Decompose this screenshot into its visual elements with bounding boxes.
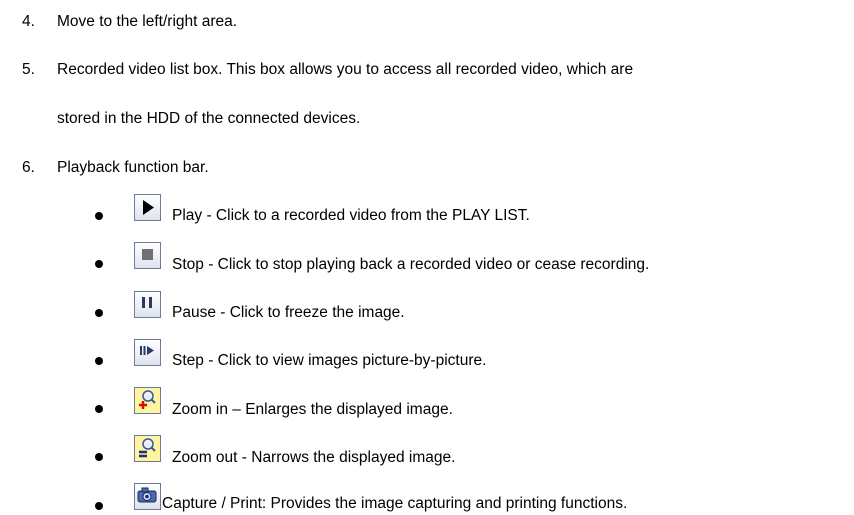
step-icon bbox=[134, 339, 161, 366]
bullet-dot bbox=[95, 309, 103, 317]
zoom-out-icon bbox=[134, 435, 161, 462]
bullet-dot bbox=[95, 453, 103, 461]
item-6-text: Playback function bar. bbox=[57, 159, 209, 176]
item-6-number: 6. bbox=[22, 159, 35, 176]
bullet-dot bbox=[95, 212, 103, 220]
stop-icon bbox=[134, 242, 161, 269]
play-icon bbox=[134, 194, 161, 221]
bullet-dot bbox=[95, 405, 103, 413]
bullet-dot bbox=[95, 357, 103, 365]
bullet-stop-text: Stop - Click to stop playing back a reco… bbox=[172, 256, 650, 273]
bullet-pause-text: Pause - Click to freeze the image. bbox=[172, 304, 405, 321]
capture-icon bbox=[134, 483, 161, 510]
item-5-number: 5. bbox=[22, 61, 35, 78]
bullet-step-text: Step - Click to view images picture-by-p… bbox=[172, 352, 487, 369]
item-4-text: Move to the left/right area. bbox=[57, 13, 238, 30]
zoom-in-icon bbox=[134, 387, 161, 414]
bullet-dot bbox=[95, 260, 103, 268]
item-5-line-2: stored in the HDD of the connected devic… bbox=[57, 110, 361, 127]
item-5-line-1: Recorded video list box. This box allows… bbox=[57, 61, 634, 78]
pause-icon bbox=[134, 291, 161, 318]
bullet-zoom-out-text: Zoom out - Narrows the displayed image. bbox=[172, 449, 456, 466]
bullet-capture-text: Capture / Print: Provides the image capt… bbox=[162, 495, 628, 512]
item-4-number: 4. bbox=[22, 13, 35, 30]
bullet-zoom-in-text: Zoom in – Enlarges the displayed image. bbox=[172, 401, 453, 418]
bullet-dot bbox=[95, 502, 103, 510]
bullet-play-text: Play - Click to a recorded video from th… bbox=[172, 207, 530, 224]
